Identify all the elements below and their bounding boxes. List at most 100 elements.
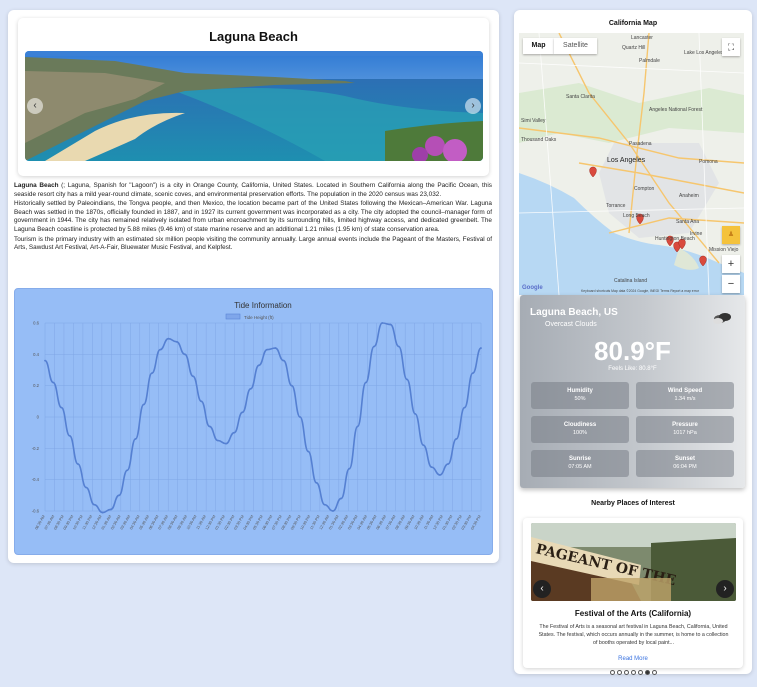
carousel-dot[interactable] [623,670,629,675]
tide-data-point [463,406,466,409]
poi-prev-button[interactable]: ‹ [533,580,551,598]
tide-data-point [208,425,211,428]
google-logo: Google [522,285,543,291]
tide-data-point [364,381,367,384]
tide-data-point [241,411,244,414]
tide-data-point [323,503,326,506]
stat-value: 50% [574,396,586,402]
description-paragraph-3: Tourism is the primary industry with an … [14,235,492,252]
weather-feels-like: Feels Like: 80.8°F [608,366,657,372]
map-label: Pasadena [629,141,652,147]
legend-swatch [225,313,241,320]
tide-data-point [60,406,63,409]
poi-carousel-indicators [514,670,752,675]
pegman-icon[interactable]: ♟ [722,226,740,244]
poi-next-button[interactable]: › [716,580,734,598]
city-description: Laguna Beach (; Laguna, Spanish for "Lag… [14,182,492,254]
weather-condition: Overcast Clouds [545,321,597,328]
y-tick-label: 0.6 [33,321,39,326]
tide-data-point [77,463,79,465]
carousel-dot[interactable] [609,670,615,675]
weather-temperature: 80.9°F [594,336,671,366]
tide-data-point [167,337,170,340]
tide-data-point [381,322,384,324]
weather-city: Laguna Beach, US [530,307,618,318]
tide-data-point [192,375,194,378]
stat-value: 06:04 PM [673,464,697,470]
city-info-panel: Laguna Beach ‹ › Laguna Beach (; Laguna,… [8,10,499,563]
tide-data-point [282,359,285,362]
tide-data-point [422,444,425,447]
tide-data-point [373,345,375,348]
map-label: Thousand Oaks [521,137,557,143]
tide-data-point [414,412,417,415]
carousel-dot[interactable] [630,670,636,675]
hero-next-button[interactable]: › [465,98,481,114]
tide-data-point [348,467,351,470]
sidebar-panel: California Map Lancaster Quartz Hill Pal… [514,10,752,675]
zoom-out-button[interactable]: − [722,275,740,293]
y-tick-label: 0.2 [33,383,39,388]
tide-data-point [274,347,277,349]
tide-data-point [225,442,227,445]
stat-label: Humidity [567,388,593,394]
map-label: Quartz Hill [622,45,646,51]
map-label: Lancaster [631,35,653,41]
weather-stat-sunrise: Sunrise 07:05 AM [531,450,629,477]
map-label: Catalina Island [614,278,648,284]
map-label: Huntington Beach [655,236,695,242]
weather-stat-wind-speed: Wind Speed 1.34 m/s [636,382,734,409]
y-tick-label: -0.6 [32,509,40,514]
stat-value: 1.34 m/s [674,396,696,402]
map-label: Long Beach [623,213,650,219]
map-type-map-button[interactable]: Map [523,38,554,54]
map-label: Santa Clarita [566,94,595,100]
tide-data-point [299,416,301,418]
weather-stat-pressure: Pressure 1017 hPa [636,416,734,443]
map-attribution[interactable]: Keyboard shortcuts Map data ©2024 Google… [581,289,699,293]
hero-prev-button[interactable]: ‹ [27,98,43,114]
poi-image: PAGEANT OF THE ‹ › [531,523,736,601]
carousel-dot[interactable] [637,670,643,675]
tide-chart-svg: Tide Information Tide Height (ft) 0.6 0.4 0.… [32,301,482,531]
tide-data-point [233,431,236,434]
fullscreen-icon[interactable]: ⛶ [722,38,740,56]
tide-data-point [101,511,104,514]
tide-data-point [134,438,137,440]
stat-value: 07:05 AM [568,464,592,470]
chart-title: Tide Information [234,301,292,310]
tide-data-point [447,463,449,465]
stat-label: Sunrise [568,456,591,462]
map-type-satellite-button[interactable]: Satellite [554,38,597,54]
tide-data-point [93,503,96,506]
weather-stat-cloudiness: Cloudiness 100% [531,416,629,443]
tide-data-point [307,450,310,453]
tide-data-point [356,425,359,428]
carousel-dot[interactable] [651,670,657,675]
weather-widget: Laguna Beach, US Overcast Clouds 80.9°F … [520,295,745,488]
overcast-clouds-icon [713,313,731,324]
map-title: California Map [608,20,658,27]
tide-data-point [438,474,441,476]
tide-data-point [175,340,178,343]
tide-data-point [406,378,408,381]
tide-data-point [216,439,219,442]
tide-data-point [142,403,145,406]
tide-data-point [159,348,162,351]
tide-data-point [480,347,482,349]
carousel-dot[interactable] [616,670,622,675]
description-paragraph-1: Laguna Beach (; Laguna, Spanish for "Lag… [14,182,492,199]
map-label: Torrance [606,203,626,209]
map-label: Simi Valley [521,118,546,124]
y-tick-label: 0.4 [33,352,39,357]
tide-data-point [109,508,112,511]
tide-chart: Tide Information Tide Height (ft) 0.6 0.4 0.… [14,288,493,555]
y-tick-label: -0.2 [32,446,40,451]
carousel-dot[interactable] [644,670,650,675]
google-map[interactable]: Lancaster Quartz Hill Palmdale Lake Los … [519,33,744,295]
tide-data-point [430,466,433,469]
poi-read-more-link[interactable]: Read More [523,656,743,662]
description-bold: Laguna Beach [14,182,59,189]
stat-label: Sunset [674,456,695,462]
zoom-in-button[interactable]: + [722,255,740,273]
